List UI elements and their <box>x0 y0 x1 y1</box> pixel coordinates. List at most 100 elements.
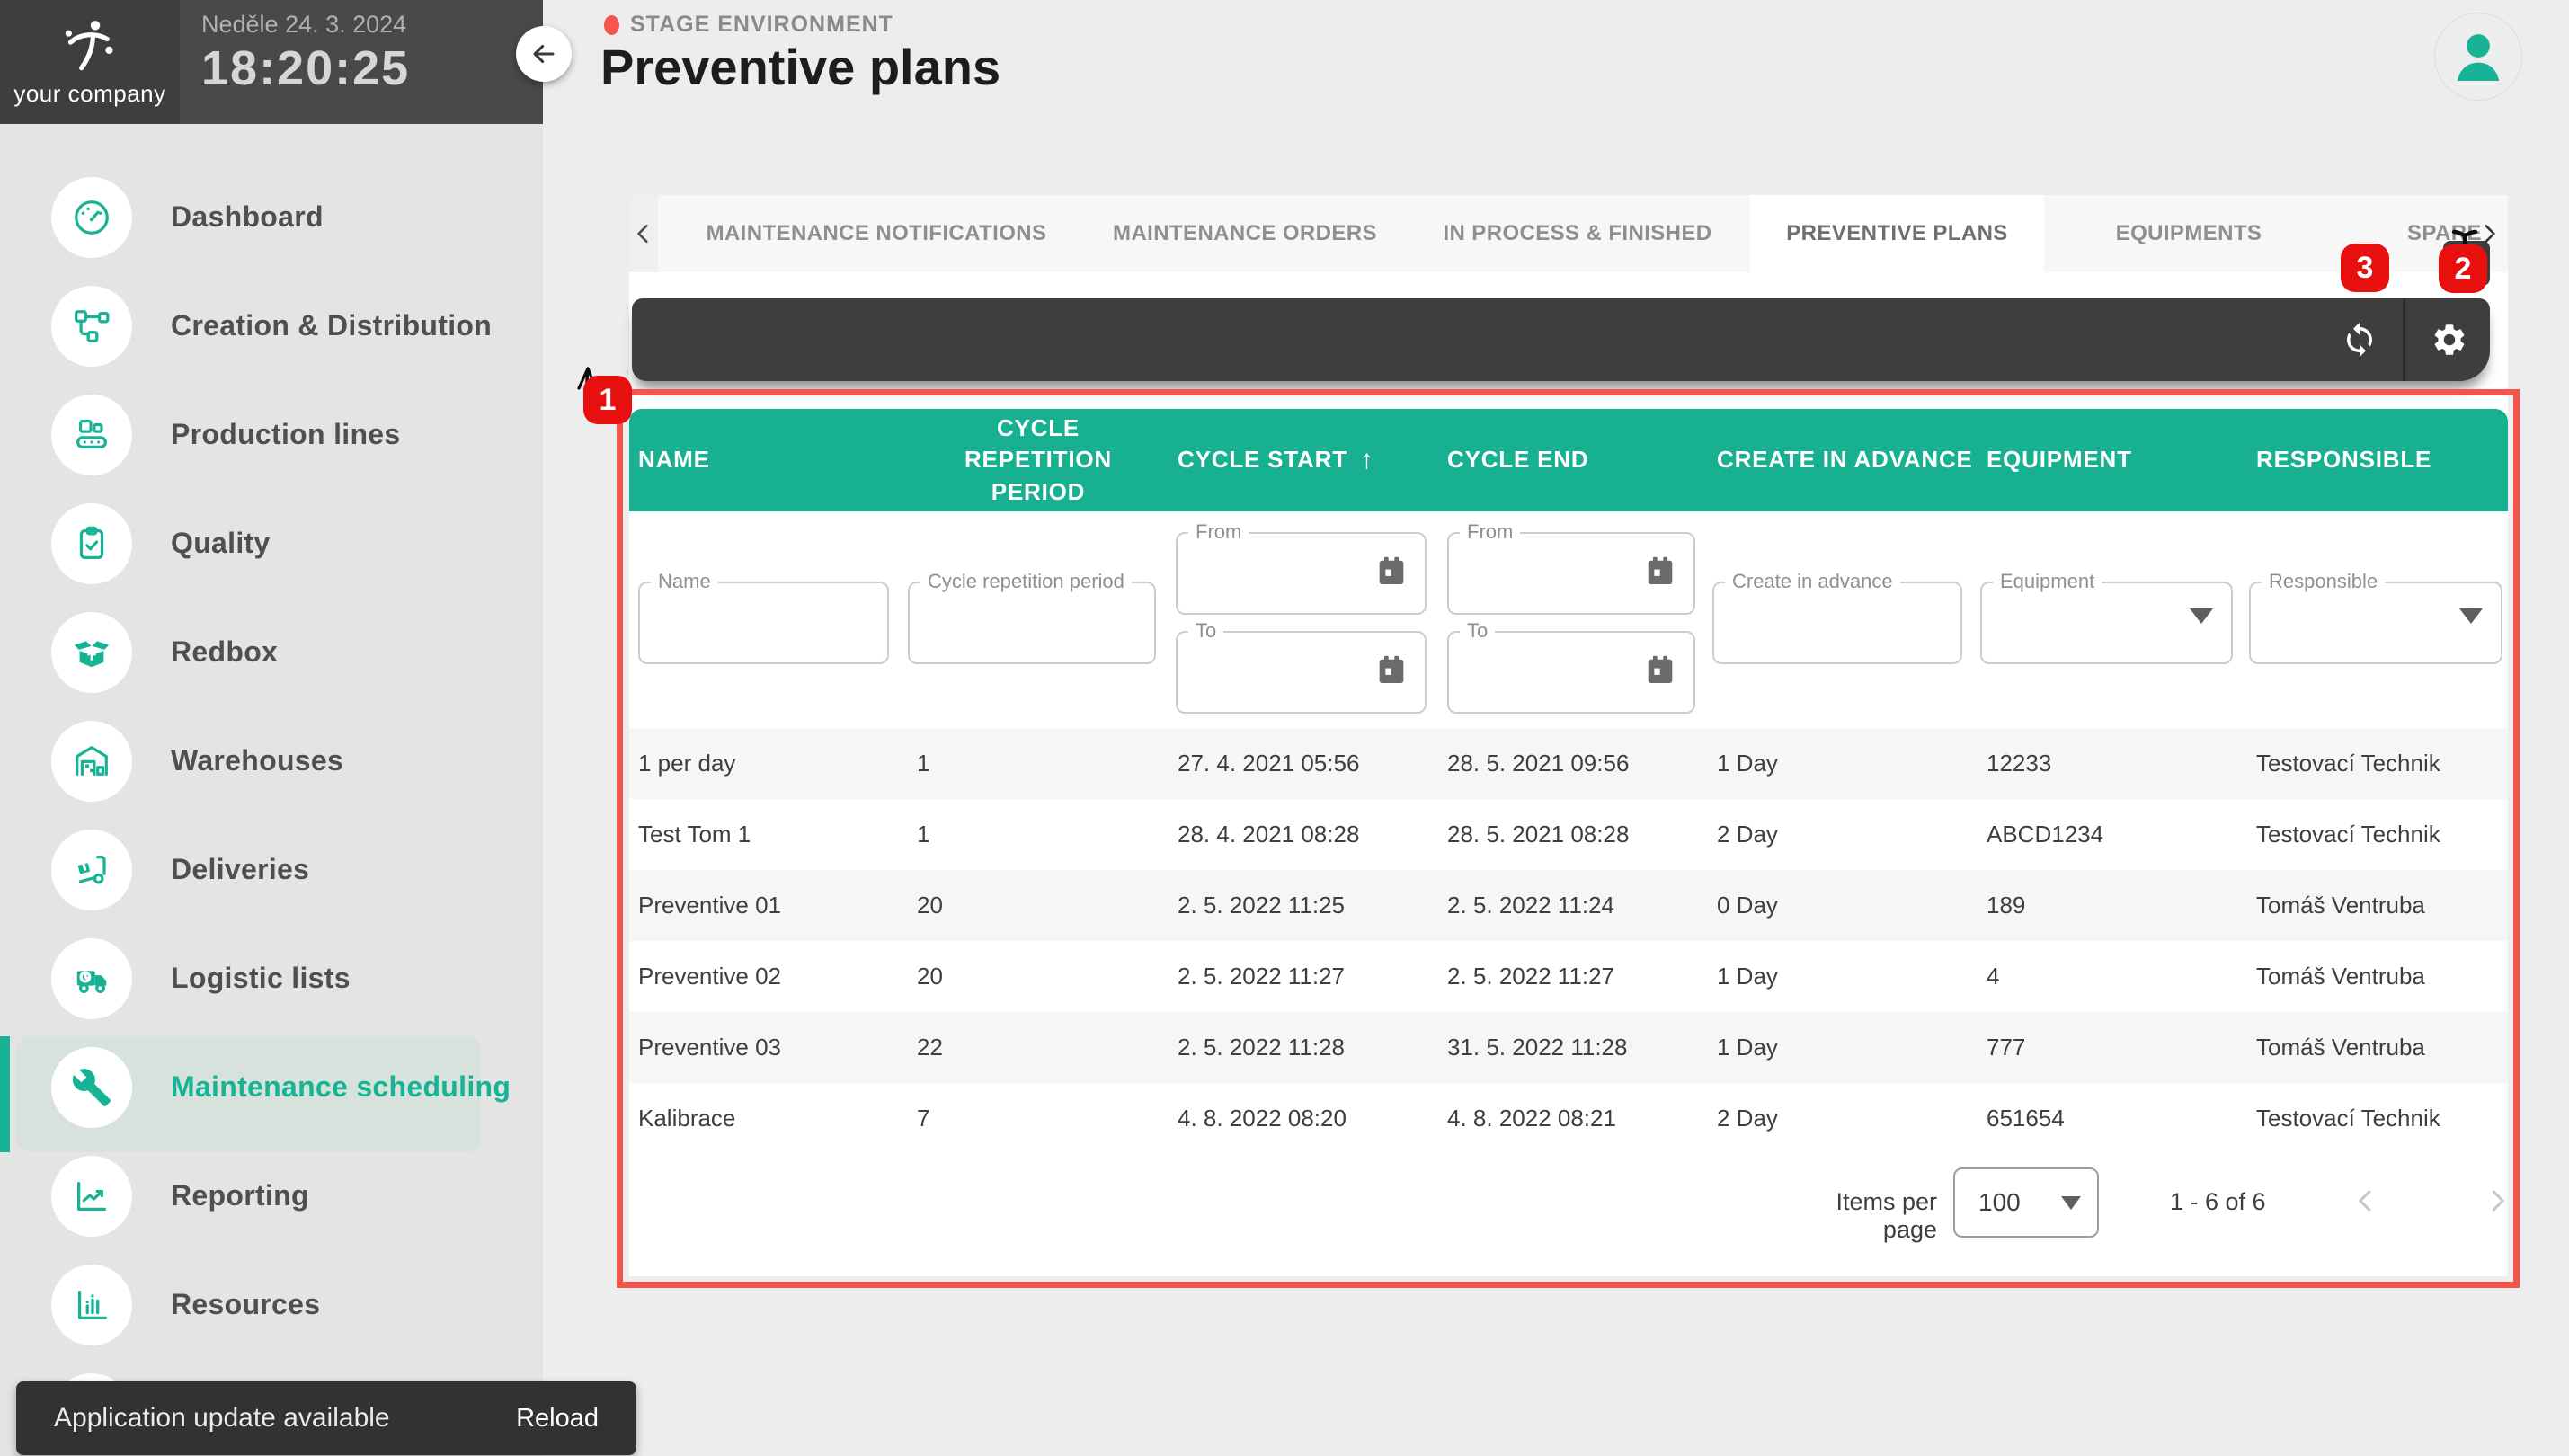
cell-cycle-repetition: 20 <box>908 870 1169 941</box>
speedometer-icon <box>51 177 132 258</box>
back-button[interactable] <box>516 26 572 82</box>
column-header-create-in-advance[interactable]: CREATE IN ADVANCE <box>1708 409 1978 511</box>
tools-icon <box>51 1047 132 1128</box>
sidebar-item-label: Resources <box>171 1288 320 1321</box>
cell-create-in-advance: 2 Day <box>1708 1083 1978 1154</box>
sidebar-item-production-lines[interactable]: Production lines <box>0 380 543 489</box>
table-row[interactable]: Test Tom 1 1 28. 4. 2021 08:28 28. 5. 20… <box>629 799 2508 870</box>
sidebar-item-resources[interactable]: Resources <box>0 1250 543 1359</box>
table-header: NAME CYCLE REPETITION PERIOD CYCLE START… <box>629 409 2508 511</box>
create-in-advance-filter-input[interactable]: Create in advance <box>1712 582 1962 664</box>
table-row[interactable]: Preventive 03 22 2. 5. 2022 11:28 31. 5.… <box>629 1012 2508 1083</box>
column-header-name[interactable]: NAME <box>629 409 908 511</box>
cell-cycle-end: 28. 5. 2021 09:56 <box>1438 728 1708 799</box>
sidebar-item-redbox[interactable]: Redbox <box>0 598 543 706</box>
annotation-badge-3: 3 <box>2341 244 2389 292</box>
annotation-badge-1: 1 <box>583 376 632 424</box>
cycle-start-from-input[interactable]: From <box>1176 532 1427 615</box>
cell-equipment: 12233 <box>1978 728 2247 799</box>
cycle-end-to-label: To <box>1460 619 1495 643</box>
cell-equipment: ABCD1234 <box>1978 799 2247 870</box>
open-box-icon <box>51 612 132 693</box>
cell-cycle-start: 4. 8. 2022 08:20 <box>1169 1083 1438 1154</box>
items-per-page-label: Items per page <box>1775 1188 1937 1244</box>
tab-maintenance-orders[interactable]: MAINTENANCE ORDERS <box>1083 195 1407 272</box>
sidebar-item-reporting[interactable]: Reporting <box>0 1141 543 1250</box>
cell-create-in-advance: 1 Day <box>1708 1012 1978 1083</box>
cycle-end-to-input[interactable]: To <box>1447 631 1695 714</box>
cell-create-in-advance: 1 Day <box>1708 941 1978 1012</box>
equipment-filter-label: Equipment <box>1993 570 2102 593</box>
app-root: Dashboard Creation & Distribution Produc… <box>0 0 2569 1456</box>
user-avatar[interactable] <box>2434 13 2522 101</box>
tab-preventive-plans[interactable]: PREVENTIVE PLANS <box>1750 195 2044 272</box>
sidebar-item-creation-distribution[interactable]: Creation & Distribution <box>0 271 543 380</box>
cell-create-in-advance: 1 Day <box>1708 728 1978 799</box>
sidebar-item-label: Deliveries <box>171 853 309 886</box>
sidebar-item-logistic-lists[interactable]: Logistic lists <box>0 924 543 1033</box>
equipment-filter-select[interactable]: Equipment <box>1980 582 2233 664</box>
column-header-cycle-end[interactable]: CYCLE END <box>1438 409 1708 511</box>
conveyor-icon <box>51 395 132 475</box>
sidebar-item-label: Redbox <box>171 635 278 669</box>
create-in-advance-filter-label: Create in advance <box>1725 570 1900 593</box>
handtruck-icon <box>51 830 132 910</box>
next-page-button[interactable] <box>2479 1183 2515 1219</box>
table-row[interactable]: Kalibrace 7 4. 8. 2022 08:20 4. 8. 2022 … <box>629 1083 2508 1154</box>
refresh-button[interactable] <box>2316 298 2403 381</box>
chevron-left-icon <box>632 222 655 245</box>
company-logo: your company <box>0 0 180 124</box>
responsible-filter-select[interactable]: Responsible <box>2249 582 2502 664</box>
column-header-equipment[interactable]: EQUIPMENT <box>1978 409 2247 511</box>
sidebar-item-label: Production lines <box>171 418 401 451</box>
tab-label: PREVENTIVE PLANS <box>1786 221 2007 246</box>
cycle-repetition-filter-input[interactable]: Cycle repetition period <box>908 582 1156 664</box>
tab-in-process-finished[interactable]: IN PROCESS & FINISHED <box>1420 195 1735 272</box>
cell-responsible: Tomáš Ventruba <box>2247 1012 2508 1083</box>
tab-equipments[interactable]: EQUIPMENTS <box>2067 195 2310 272</box>
tab-maintenance-notifications[interactable]: MAINTENANCE NOTIFICATIONS <box>706 195 1047 272</box>
cell-name: Kalibrace <box>629 1083 908 1154</box>
name-filter-input[interactable]: Name <box>638 582 889 664</box>
sidebar-item-quality[interactable]: Quality <box>0 489 543 598</box>
calendar-icon[interactable] <box>1373 552 1410 591</box>
cell-cycle-start: 2. 5. 2022 11:28 <box>1169 1012 1438 1083</box>
reload-button[interactable]: Reload <box>516 1404 599 1434</box>
column-header-cycle-start[interactable]: CYCLE START↑ <box>1169 409 1438 511</box>
previous-page-button[interactable] <box>2348 1183 2384 1219</box>
cycle-start-to-input[interactable]: To <box>1176 631 1427 714</box>
cell-name: Preventive 02 <box>629 941 908 1012</box>
cycle-end-from-label: From <box>1460 520 1520 544</box>
sidebar-item-maintenance-scheduling[interactable]: Maintenance scheduling <box>0 1033 543 1141</box>
cell-cycle-start: 2. 5. 2022 11:27 <box>1169 941 1438 1012</box>
bar-chart-icon <box>51 1265 132 1345</box>
calendar-icon[interactable] <box>1373 651 1410 690</box>
cell-equipment: 777 <box>1978 1012 2247 1083</box>
cell-equipment: 651654 <box>1978 1083 2247 1154</box>
table-body: 1 per day 1 27. 4. 2021 05:56 28. 5. 202… <box>629 728 2508 1154</box>
column-header-cycle-repetition-period[interactable]: CYCLE REPETITION PERIOD <box>908 409 1169 511</box>
table-row[interactable]: Preventive 01 20 2. 5. 2022 11:25 2. 5. … <box>629 870 2508 941</box>
tabs-scroll-left-button[interactable] <box>629 195 658 272</box>
column-label: NAME <box>638 444 710 475</box>
settings-button[interactable] <box>2405 298 2493 381</box>
column-header-responsible[interactable]: RESPONSIBLE <box>2247 409 2508 511</box>
cell-create-in-advance: 0 Day <box>1708 870 1978 941</box>
brand-name: your company <box>13 80 165 108</box>
table-row[interactable]: 1 per day 1 27. 4. 2021 05:56 28. 5. 202… <box>629 728 2508 799</box>
cell-cycle-start: 27. 4. 2021 05:56 <box>1169 728 1438 799</box>
cell-equipment: 189 <box>1978 870 2247 941</box>
sidebar-item-warehouses[interactable]: Warehouses <box>0 706 543 815</box>
sidebar-item-deliveries[interactable]: Deliveries <box>0 815 543 924</box>
dropdown-arrow-icon <box>2459 608 2483 624</box>
sidebar-item-dashboard[interactable]: Dashboard <box>0 163 543 271</box>
calendar-icon[interactable] <box>1641 651 1679 690</box>
clipboard-check-icon <box>51 503 132 584</box>
cell-cycle-start: 28. 4. 2021 08:28 <box>1169 799 1438 870</box>
table-row[interactable]: Preventive 02 20 2. 5. 2022 11:27 2. 5. … <box>629 941 2508 1012</box>
cell-cycle-repetition: 1 <box>908 799 1169 870</box>
cycle-end-from-input[interactable]: From <box>1447 532 1695 615</box>
sidebar-item-label: Quality <box>171 527 271 560</box>
calendar-icon[interactable] <box>1641 552 1679 591</box>
items-per-page-select[interactable]: 100 <box>1953 1167 2099 1238</box>
